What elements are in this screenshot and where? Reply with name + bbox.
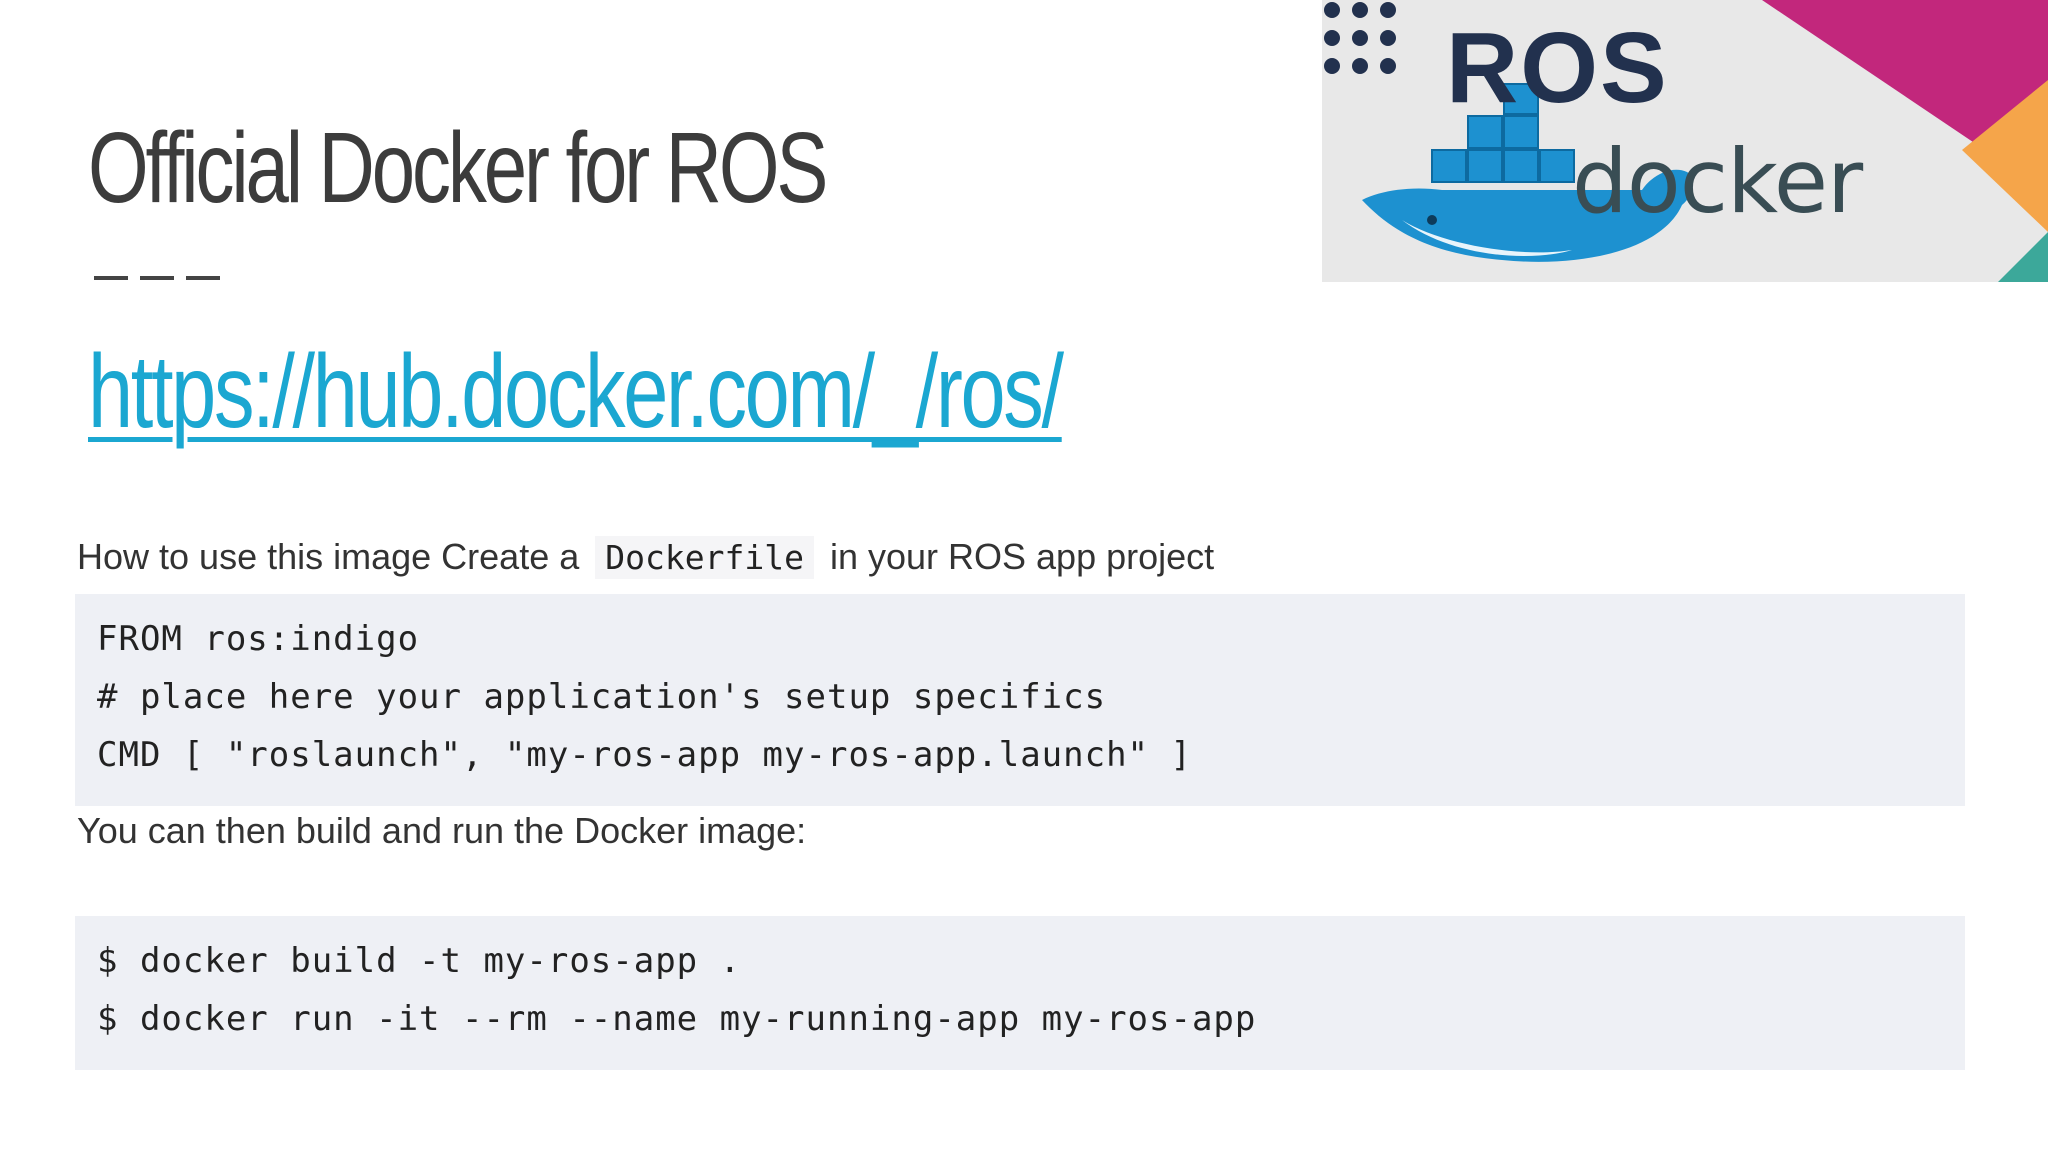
usage-intro-text: How to use this image Create a [77, 536, 580, 577]
dockerfile-code-block: FROM ros:indigo # place here your applic… [75, 594, 1965, 806]
slide-title: Official Docker for ROS [88, 112, 828, 224]
title-divider [94, 276, 220, 280]
shell-code-block: $ docker build -t my-ros-app . $ docker … [75, 916, 1965, 1070]
dockerfile-inline-code: Dockerfile [595, 536, 814, 579]
code-line: CMD [ "roslaunch", "my-ros-app my-ros-ap… [97, 735, 1192, 775]
build-instructions: You can then build and run the Docker im… [77, 810, 807, 851]
usage-intro-suffix: in your ROS app project [829, 536, 1215, 577]
ros-logo-text: ROS [1446, 12, 1669, 124]
code-line: $ docker run -it --rm --name my-running-… [97, 999, 1257, 1039]
docker-hub-link[interactable]: https://hub.docker.com/_/ros/ [88, 330, 1064, 454]
usage-intro: How to use this image Create a Dockerfil… [77, 536, 1215, 579]
code-line: FROM ros:indigo [97, 619, 420, 659]
code-line: $ docker build -t my-ros-app . [97, 941, 742, 981]
code-line: # place here your application's setup sp… [97, 677, 1107, 717]
ros-docker-logo: ROS docker [1322, 0, 2048, 282]
ros-dots-icon [1324, 2, 1396, 74]
docker-logo-text: docker [1572, 130, 1863, 233]
